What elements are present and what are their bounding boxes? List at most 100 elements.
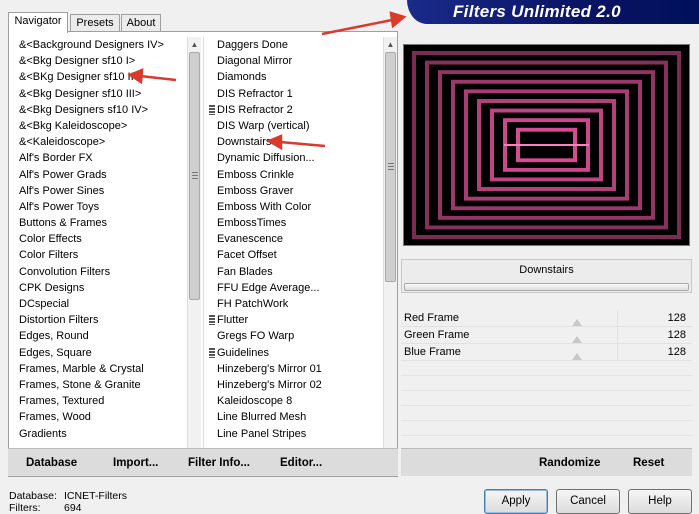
- filter-info-button-label: Filter Info...: [188, 457, 250, 469]
- category-item[interactable]: Edges, Round: [9, 328, 185, 344]
- database-status-label: Database:: [9, 490, 57, 502]
- filter-item[interactable]: Downstairs: [207, 134, 383, 150]
- category-item[interactable]: &<Bkg Kaleidoscope>: [9, 118, 185, 134]
- filter-item[interactable]: Line Blurred Mesh: [207, 409, 383, 425]
- slider-track[interactable]: [535, 327, 619, 343]
- preview-frames-graphic: [412, 51, 681, 239]
- navigator-panel: &<Background Designers IV> &<Bkg Designer…: [8, 31, 398, 477]
- randomize-button[interactable]: Randomize: [539, 457, 600, 469]
- slider-thumb[interactable]: [572, 353, 583, 360]
- category-list[interactable]: &<Background Designers IV> &<Bkg Designer…: [9, 37, 185, 473]
- category-item[interactable]: Frames, Textured: [9, 393, 185, 409]
- filter-scrollbar[interactable]: ▲ ▼: [383, 37, 397, 473]
- category-item[interactable]: Frames, Wood: [9, 409, 185, 425]
- filter-item[interactable]: Fan Blades: [207, 264, 383, 280]
- filter-item-label: Daggers Done: [217, 39, 288, 51]
- slider-row: Green Frame 128: [401, 327, 692, 344]
- category-item[interactable]: Distortion Filters: [9, 312, 185, 328]
- filter-info-button[interactable]: Filter Info...: [188, 457, 250, 469]
- filter-item[interactable]: Facet Offset: [207, 247, 383, 263]
- filter-item[interactable]: DIS Refractor 1: [207, 86, 383, 102]
- help-button[interactable]: Help: [628, 489, 692, 514]
- filter-toolbar: Randomize Reset: [401, 448, 692, 476]
- slider-row: Blue Frame 128: [401, 344, 692, 361]
- category-item[interactable]: Convolution Filters: [9, 264, 185, 280]
- filter-item[interactable]: DIS Warp (vertical): [207, 118, 383, 134]
- filter-item-label: Facet Offset: [217, 249, 277, 262]
- category-item[interactable]: Color Filters: [9, 247, 185, 263]
- slider-value: 128: [667, 312, 686, 324]
- category-item[interactable]: &<Bkg Designer sf10 I>: [9, 53, 185, 69]
- filter-item[interactable]: Diamonds: [207, 69, 383, 85]
- filter-item[interactable]: FFU Edge Average...: [207, 280, 383, 296]
- filter-item[interactable]: Evanescence: [207, 231, 383, 247]
- database-button[interactable]: Database: [26, 457, 77, 469]
- navigator-toolbar: Database Import... Filter Info... Editor…: [8, 448, 398, 476]
- category-item[interactable]: &<Background Designers IV>: [9, 37, 185, 53]
- filter-item[interactable]: Hinzeberg's Mirror 01: [207, 361, 383, 377]
- slider-value: 128: [667, 329, 686, 341]
- filter-scroll-thumb[interactable]: [385, 52, 396, 282]
- category-item[interactable]: Color Effects: [9, 231, 185, 247]
- filter-item[interactable]: Line Panel Stripes: [207, 426, 383, 442]
- apply-button[interactable]: Apply: [484, 489, 548, 514]
- editor-button[interactable]: Editor...: [280, 457, 322, 469]
- category-scroll-thumb[interactable]: [189, 52, 200, 300]
- filter-item[interactable]: Guidelines: [207, 345, 383, 361]
- slider-thumb[interactable]: [572, 319, 583, 326]
- import-button-label: Import...: [113, 457, 159, 469]
- category-item[interactable]: Alf's Power Sines: [9, 183, 185, 199]
- parameter-sliders: Red Frame 128 Green Frame 128 Blue Frame 128: [401, 310, 692, 436]
- filter-item[interactable]: Emboss Crinkle: [207, 167, 383, 183]
- slider-track[interactable]: [535, 344, 619, 360]
- category-item[interactable]: &<Bkg Designers sf10 IV>: [9, 102, 185, 118]
- category-item[interactable]: &<Kaleidoscope>: [9, 134, 185, 150]
- category-item[interactable]: Alf's Power Grads: [9, 167, 185, 183]
- filter-item[interactable]: Hinzeberg's Mirror 02: [207, 377, 383, 393]
- grip-icon: [209, 347, 215, 358]
- category-item[interactable]: CPK Designs: [9, 280, 185, 296]
- filter-item[interactable]: Emboss Graver: [207, 183, 383, 199]
- category-item[interactable]: Alf's Border FX: [9, 150, 185, 166]
- filter-item-label: Line Panel Stripes: [217, 427, 307, 440]
- scroll-up-icon[interactable]: ▲: [188, 38, 201, 52]
- category-item[interactable]: Alf's Power Toys: [9, 199, 185, 215]
- filter-item[interactable]: FH PatchWork: [207, 296, 383, 312]
- category-item[interactable]: Buttons & Frames: [9, 215, 185, 231]
- category-item[interactable]: Gradients: [9, 426, 185, 442]
- category-item[interactable]: Frames, Marble & Crystal: [9, 361, 185, 377]
- filter-item-label: Line Blurred Mesh: [217, 411, 307, 424]
- filter-item[interactable]: Kaleidoscope 8: [207, 393, 383, 409]
- category-scrollbar[interactable]: ▲ ▼: [187, 37, 201, 473]
- category-item[interactable]: Edges, Square: [9, 345, 185, 361]
- database-button-label: Database: [26, 457, 78, 469]
- filter-item-label: DIS Refractor 1: [217, 87, 293, 100]
- filter-item[interactable]: Gregs FO Warp: [207, 328, 383, 344]
- slider-thumb[interactable]: [572, 336, 583, 343]
- filter-item[interactable]: Dynamic Diffusion...: [207, 150, 383, 166]
- filter-item[interactable]: Flutter: [207, 312, 383, 328]
- filter-item[interactable]: DIS Refractor 2: [207, 102, 383, 118]
- preview-image: [403, 44, 690, 246]
- filter-item[interactable]: Diagonal Mirror: [207, 53, 383, 69]
- filter-item[interactable]: Emboss With Color: [207, 199, 383, 215]
- category-item[interactable]: Frames, Stone & Granite: [9, 377, 185, 393]
- tab-presets[interactable]: Presets: [70, 14, 120, 32]
- category-item[interactable]: &<BKg Designer sf10 II>: [9, 69, 185, 85]
- filter-title-box: Downstairs: [401, 259, 692, 293]
- reset-button[interactable]: Reset: [633, 457, 664, 469]
- cancel-button[interactable]: Cancel: [556, 489, 620, 514]
- tab-about[interactable]: About: [121, 14, 161, 32]
- filter-item[interactable]: Daggers Done: [207, 37, 383, 53]
- filter-item-label: Fan Blades: [217, 265, 273, 278]
- scroll-up-icon[interactable]: ▲: [384, 38, 397, 52]
- filter-item-label: Hinzeberg's Mirror 02: [217, 378, 322, 391]
- filter-list[interactable]: Daggers Done Diagonal Mirror Diamonds DIS R…: [207, 37, 383, 473]
- filter-item[interactable]: EmbossTimes: [207, 215, 383, 231]
- category-item[interactable]: DCspecial: [9, 296, 185, 312]
- tab-navigator[interactable]: Navigator: [8, 12, 68, 33]
- import-button[interactable]: Import...: [113, 457, 158, 469]
- filter-progress-bar: [404, 283, 689, 291]
- slider-track[interactable]: [535, 310, 619, 326]
- category-item[interactable]: &<Bkg Designer sf10 III>: [9, 86, 185, 102]
